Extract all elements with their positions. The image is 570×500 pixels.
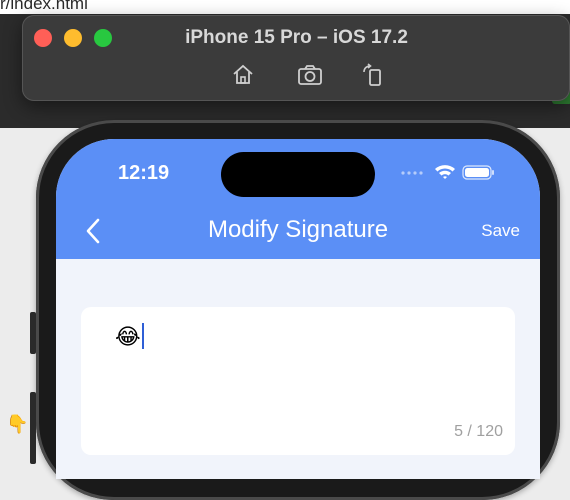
navigation-bar: 12:19 Modify Signature Save xyxy=(56,139,540,259)
wifi-icon xyxy=(435,165,455,179)
text-caret xyxy=(141,323,144,349)
phone-action-button xyxy=(30,312,36,354)
screenshot-icon[interactable] xyxy=(297,63,322,87)
battery-icon xyxy=(462,165,494,180)
simulator-title: iPhone 15 Pro – iOS 17.2 xyxy=(185,27,408,48)
pointing-hand-icon: 👇 xyxy=(6,414,29,434)
status-icons xyxy=(401,161,501,183)
dynamic-island xyxy=(221,152,375,197)
simulator-window: iPhone 15 Pro – iOS 17.2 xyxy=(22,15,570,101)
page-title: Modify Signature xyxy=(207,216,389,243)
character-counter: 5 / 120 xyxy=(454,423,503,440)
save-button[interactable]: Save xyxy=(481,221,520,241)
host-url-text: r/index.html xyxy=(0,0,88,13)
home-icon[interactable] xyxy=(231,63,255,87)
signature-textarea[interactable]: 😂 5 / 120 xyxy=(81,307,515,455)
signal-dots-icon xyxy=(401,171,423,175)
rotate-icon[interactable] xyxy=(361,63,385,87)
status-time: 12:19 xyxy=(118,162,170,184)
content-area: 😂 5 / 120 xyxy=(56,259,540,479)
simulator-toolbar xyxy=(227,63,387,89)
host-page-header: r/index.html xyxy=(0,0,570,14)
phone-screen: 12:19 Modify Signature Save 😂 5 / 120 xyxy=(56,139,540,479)
phone-volume-button xyxy=(30,392,36,464)
signature-input-value[interactable]: 😂 xyxy=(115,323,144,351)
